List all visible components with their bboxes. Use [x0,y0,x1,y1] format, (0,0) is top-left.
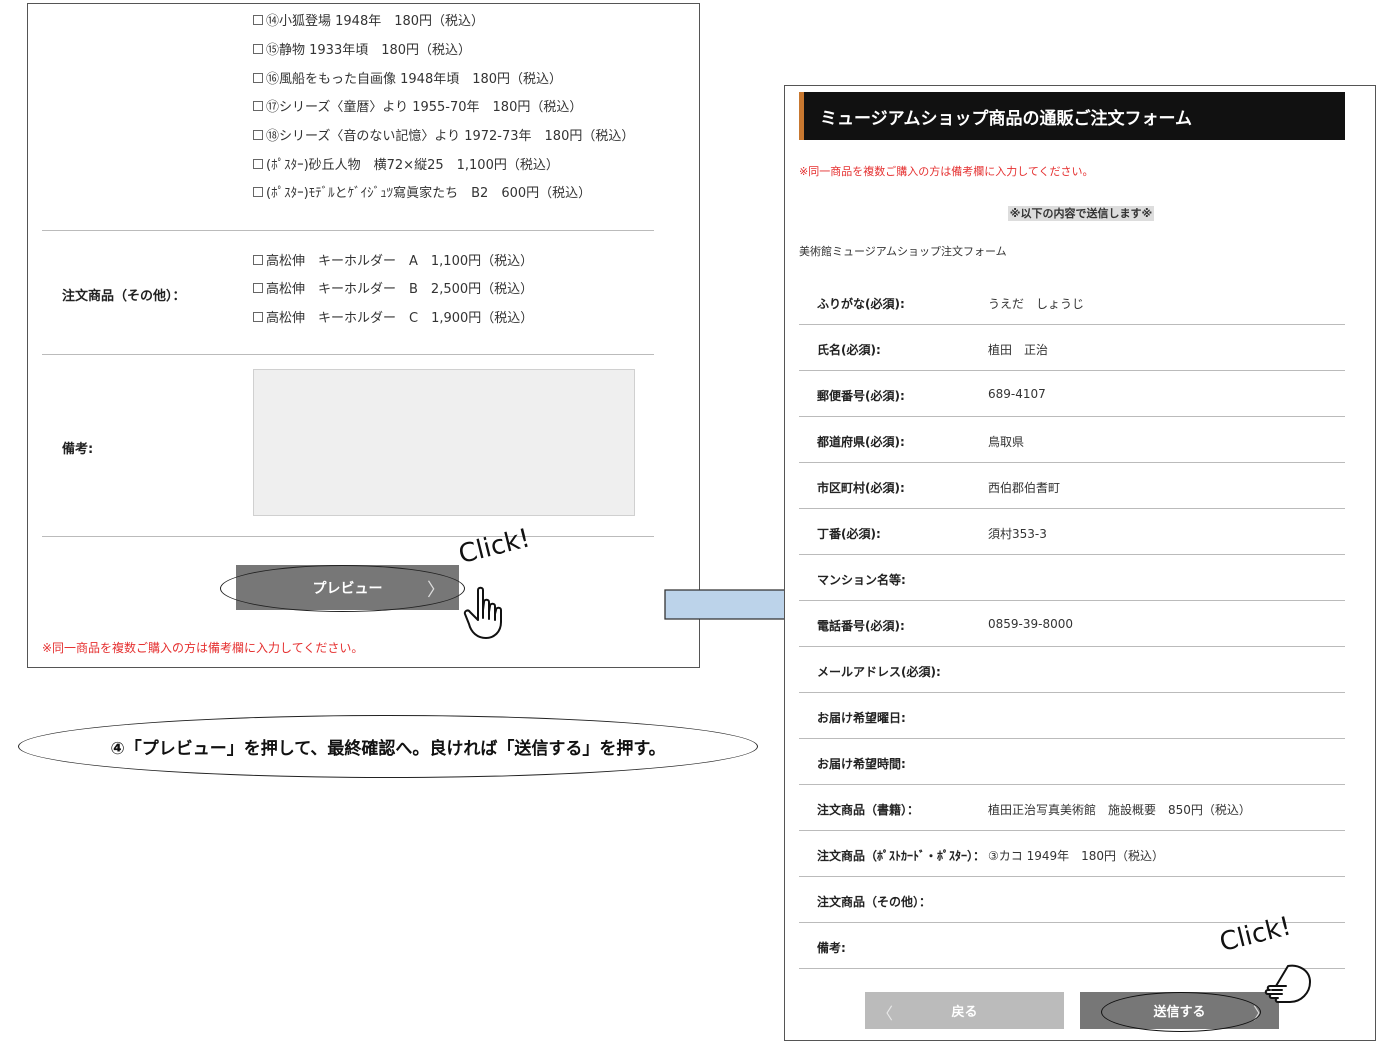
other-item-checkbox[interactable]: 高松伸 キーホルダー A 1,100円（税込） [253,250,533,269]
back-button[interactable]: 〈 戻る [865,992,1064,1029]
checkbox-box[interactable] [253,254,263,265]
order-form-panel: ⑭小狐登場 1948年 180円（税込） ⑮静物 1933年頃 180円（税込）… [27,3,700,668]
book-item-checkbox[interactable]: (ﾎﾟｽﾀｰ)ﾓﾃﾞﾙとｹﾞｲｼﾞｭﾂ寫眞家たち B2 600円（税込） [253,182,591,201]
divider [42,230,654,231]
highlight-oval [220,565,465,612]
chevron-left-icon: 〈 [877,1004,894,1023]
checkbox-box[interactable] [253,186,263,197]
form-name: 美術館ミュージアムショップ注文フォーム [799,245,1007,258]
confirm-row: お届け希望時間: [799,739,1345,785]
other-item-label: 高松伸 キーホルダー A 1,100円（税込） [266,254,534,269]
row-label: お届け希望時間: [817,757,906,771]
step-caption-text: ④「プレビュー」を押して、最終確認へ。良ければ「送信する」を押す。 [110,739,666,759]
highlight-oval [1101,992,1261,1032]
row-label: ふりがな(必須): [817,297,905,311]
remarks-label: 備考: [62,442,94,457]
checkbox-box[interactable] [253,72,263,83]
row-label: お届け希望曜日: [817,711,906,725]
pointing-hand-icon [463,586,502,639]
checkbox-box[interactable] [253,129,263,140]
row-value: ③カコ 1949年 180円（税込） [988,849,1165,863]
row-label: 注文商品（ﾎﾟｽﾄｶｰﾄﾞ・ﾎﾟｽﾀｰ）： [817,849,986,863]
confirm-row: 市区町村(必須): 西伯郡伯耆町 [799,463,1345,509]
row-label: 氏名(必須): [817,343,881,357]
other-item-checkbox[interactable]: 高松伸 キーホルダー B 2,500円（税込） [253,278,533,297]
page-title-text: ミュージアムショップ商品の通販ご注文フォーム [820,108,1192,129]
divider [42,354,654,355]
book-item-label: (ﾎﾟｽﾀｰ)ﾓﾃﾞﾙとｹﾞｲｼﾞｭﾂ寫眞家たち B2 600円（税込） [266,186,592,201]
row-label: 備考: [817,941,846,955]
page-title: ミュージアムショップ商品の通販ご注文フォーム [799,92,1345,140]
checkbox-box[interactable] [253,100,263,111]
row-value: 689-4107 [988,387,1046,401]
confirm-row: 郵便番号(必須): 689-4107 [799,371,1345,417]
duplicate-item-note: ※同一商品を複数ご購入の方は備考欄に入力してください。 [42,641,364,655]
duplicate-item-note: ※同一商品を複数ご購入の方は備考欄に入力してください。 [799,165,1094,178]
row-value: 須村353-3 [988,527,1047,541]
back-button-label: 戻る [951,1005,978,1020]
remarks-textarea[interactable] [253,369,635,516]
row-label: 丁番(必須): [817,527,881,541]
row-value: 植田 正治 [988,343,1049,357]
confirm-heading-text: ※以下の内容で送信します※ [1007,206,1155,221]
book-item-label: ⑱シリーズ〈音のない記憶〉より 1972-73年 180円（税込） [266,129,635,144]
book-item-checkbox[interactable]: ⑭小狐登場 1948年 180円（税込） [253,10,484,29]
other-items-label: 注文商品（その他）： [62,289,186,304]
row-label: マンション名等: [817,573,906,587]
book-item-checkbox[interactable]: ⑰シリーズ〈童暦〉より 1955-70年 180円（税込） [253,96,582,115]
row-label: 注文商品（書籍）： [817,803,920,817]
checkbox-box[interactable] [253,311,263,322]
row-value: 0859-39-8000 [988,617,1074,631]
row-value: うえだ しょうじ [988,297,1085,311]
confirm-row: 注文商品（書籍）： 植田正治写真美術館 施設概要 850円（税込） [799,785,1345,831]
book-item-label: ⑭小狐登場 1948年 180円（税込） [266,14,485,29]
book-item-label: ⑮静物 1933年頃 180円（税込） [266,43,472,58]
row-label: 電話番号(必須): [817,619,905,633]
confirm-row: 氏名(必須): 植田 正治 [799,325,1345,371]
book-item-label: ⑰シリーズ〈童暦〉より 1955-70年 180円（税込） [266,100,583,115]
confirm-row: 丁番(必須): 須村353-3 [799,509,1345,555]
book-item-checkbox[interactable]: (ﾎﾟｽﾀｰ)砂丘人物 横72×縦25 1,100円（税込） [253,154,559,173]
other-item-checkbox[interactable]: 高松伸 キーホルダー C 1,900円（税込） [253,307,533,326]
confirm-row: マンション名等: [799,555,1345,601]
book-item-label: (ﾎﾟｽﾀｰ)砂丘人物 横72×縦25 1,100円（税込） [266,158,559,173]
row-label: 都道府県(必須): [817,435,905,449]
checkbox-box[interactable] [253,14,263,25]
confirm-row: 都道府県(必須): 鳥取県 [799,417,1345,463]
checkbox-box[interactable] [253,158,263,169]
row-value: 植田正治写真美術館 施設概要 850円（税込） [988,803,1251,817]
row-label: 注文商品（その他）： [817,895,932,909]
checkbox-box[interactable] [253,43,263,54]
confirm-row: メールアドレス(必須): [799,647,1345,693]
book-item-checkbox[interactable]: ⑯風船をもった自画像 1948年頃 180円（税込） [253,68,562,87]
confirm-heading: ※以下の内容で送信します※ [785,202,1377,221]
book-item-checkbox[interactable]: ⑮静物 1933年頃 180円（税込） [253,39,471,58]
confirm-row: お届け希望曜日: [799,693,1345,739]
confirm-row: 電話番号(必須): 0859-39-8000 [799,601,1345,647]
row-value: 西伯郡伯耆町 [988,481,1061,495]
step-caption: ④「プレビュー」を押して、最終確認へ。良ければ「送信する」を押す。 [18,715,758,778]
confirm-form-panel: ミュージアムショップ商品の通販ご注文フォーム ※同一商品を複数ご購入の方は備考欄… [784,85,1376,1041]
pointing-hand-icon [1264,964,1311,1003]
row-label: メールアドレス(必須): [817,665,941,679]
divider [42,536,654,537]
checkbox-box[interactable] [253,282,263,293]
other-item-label: 高松伸 キーホルダー B 2,500円（税込） [266,282,534,297]
confirm-row: 注文商品（ﾎﾟｽﾄｶｰﾄﾞ・ﾎﾟｽﾀｰ）： ③カコ 1949年 180円（税込） [799,831,1345,877]
confirm-row: ふりがな(必須): うえだ しょうじ [799,279,1345,325]
row-value: 鳥取県 [988,435,1025,449]
book-item-checkbox[interactable]: ⑱シリーズ〈音のない記憶〉より 1972-73年 180円（税込） [253,125,634,144]
other-item-label: 高松伸 キーホルダー C 1,900円（税込） [266,311,534,326]
row-label: 市区町村(必須): [817,481,905,495]
row-label: 郵便番号(必須): [817,389,905,403]
book-item-label: ⑯風船をもった自画像 1948年頃 180円（税込） [266,72,563,87]
